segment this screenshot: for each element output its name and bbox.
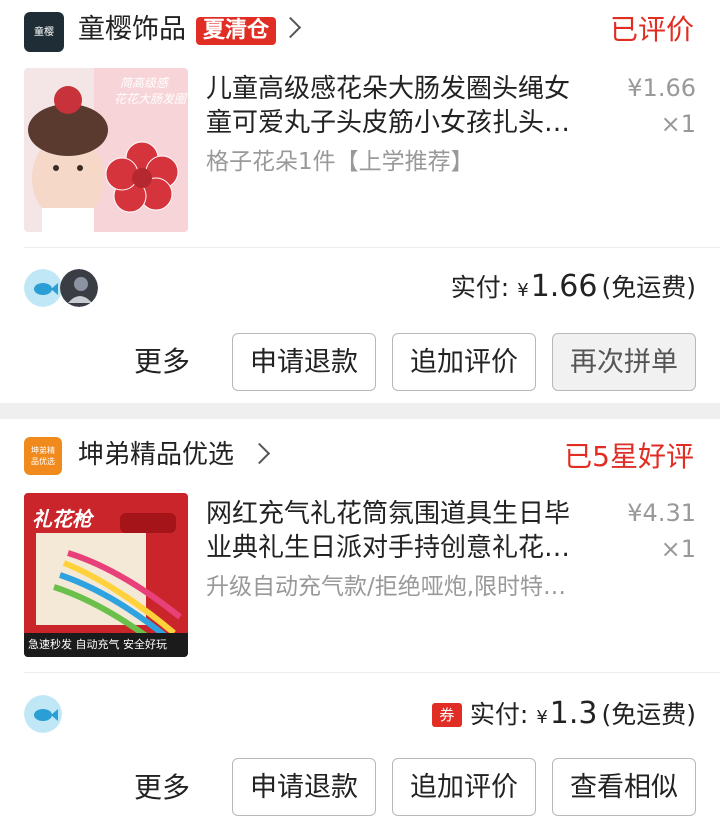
product-title-line-1: 儿童高级感花朵大肠发圈头绳女 — [206, 74, 571, 104]
product-quantity: ×1 — [660, 535, 696, 563]
product-thumbnail[interactable]: 简高级感 花花大肠发圈 — [24, 68, 188, 232]
product-spec: 格子花朵1件【上学推荐】 — [206, 149, 474, 175]
product-title[interactable]: 网红充气礼花筒氛围道具生日毕 业典礼生日派对手持创意礼花… — [206, 497, 606, 565]
shop-logo-text: 坤弟精品优选 — [31, 446, 55, 466]
pay-label: 实付: — [469, 700, 529, 729]
actual-payment: 券 实付: ¥ 1.3 (免运费) — [431, 695, 696, 731]
shop-header[interactable]: 童樱 童樱饰品 夏清仓 已评价 — [0, 0, 720, 62]
shop-header[interactable]: 坤弟精品优选 坤弟精品优选 已5星好评 — [0, 419, 720, 481]
order-status: 已5星好评 — [564, 440, 694, 473]
product-title-line-1: 网红充气礼花筒氛围道具生日毕 — [206, 499, 571, 529]
order-card: 童樱 童樱饰品 夏清仓 已评价 简高级感 花花大肠发圈 儿童高级感花朵大肠发圈头… — [0, 0, 720, 403]
product-spec: 升级自动充气款/拒绝哑炮,限时特… — [206, 574, 567, 600]
pay-label: 实付: — [450, 273, 510, 302]
fish-avatar-icon — [24, 695, 62, 733]
user-avatar[interactable] — [24, 269, 62, 307]
shipping-note: (免运费) — [601, 273, 696, 302]
thumb-caption-1: 礼花枪 — [32, 507, 92, 531]
order-card: 坤弟精品优选 坤弟精品优选 已5星好评 礼花枪 急速秒发 自动充气 安全好玩 网… — [0, 419, 720, 818]
product-title[interactable]: 儿童高级感花朵大肠发圈头绳女 童可爱丸子头皮筋小女孩扎头… — [206, 72, 606, 140]
coupon-icon: 券 — [431, 703, 462, 727]
product-price: ¥1.66 — [627, 74, 696, 102]
fish-avatar-icon — [24, 269, 62, 307]
shipping-note: (免运费) — [601, 700, 696, 729]
request-refund-button[interactable]: 申请退款 — [232, 758, 376, 816]
shop-logo: 坤弟精品优选 — [24, 437, 62, 475]
clearance-badge: 夏清仓 — [196, 17, 277, 45]
divider — [24, 672, 720, 673]
thumb-caption-2: 花花大肠发圈 — [114, 92, 187, 106]
product-title-line-2: 童可爱丸子头皮筋小女孩扎头… — [206, 108, 571, 138]
thumb-caption-1: 简高级感 — [120, 76, 169, 90]
product-price: ¥4.31 — [627, 499, 696, 527]
product-thumbnail[interactable]: 礼花枪 急速秒发 自动充气 安全好玩 — [24, 493, 188, 657]
user-avatar[interactable] — [60, 269, 98, 307]
shop-name[interactable]: 坤弟精品优选 — [78, 435, 234, 475]
view-similar-button[interactable]: 查看相似 — [552, 758, 696, 816]
add-review-button[interactable]: 追加评价 — [392, 333, 536, 391]
chevron-right-icon[interactable] — [248, 442, 271, 465]
order-status: 已评价 — [609, 13, 694, 46]
product-title-line-2: 业典礼生日派对手持创意礼花… — [206, 533, 571, 563]
add-review-button[interactable]: 追加评价 — [392, 758, 536, 816]
thumb-caption-2: 急速秒发 自动充气 安全好玩 — [28, 638, 167, 651]
user-avatar[interactable] — [24, 695, 62, 733]
actual-payment: 实付: ¥ 1.66 (免运费) — [451, 268, 696, 304]
request-refund-button[interactable]: 申请退款 — [232, 333, 376, 391]
shop-name[interactable]: 童樱饰品 — [78, 10, 186, 50]
reorder-button[interactable]: 再次拼单 — [552, 333, 696, 391]
shop-logo-text: 童樱 — [34, 26, 54, 38]
currency-symbol: ¥ — [536, 707, 548, 728]
more-button[interactable]: 更多 — [134, 332, 190, 392]
chevron-right-icon[interactable] — [279, 16, 302, 39]
pay-amount: 1.66 — [530, 269, 598, 304]
shop-logo: 童樱 — [24, 12, 64, 52]
divider — [24, 247, 720, 248]
more-button[interactable]: 更多 — [134, 758, 190, 818]
product-quantity: ×1 — [660, 110, 696, 138]
portrait-avatar-icon — [60, 269, 98, 307]
currency-symbol: ¥ — [517, 280, 529, 301]
pay-amount: 1.3 — [549, 696, 598, 731]
